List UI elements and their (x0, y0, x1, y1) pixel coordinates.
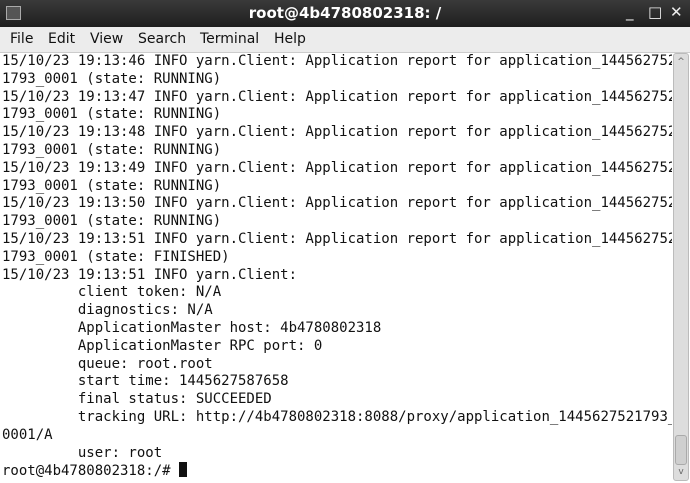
title-bar: root@4b4780802318: / _ □ ✕ (0, 0, 690, 27)
terminal-line: 15/10/23 19:13:46 INFO yarn.Client: Appl… (2, 53, 672, 69)
terminal-line: start time: 1445627587658 (2, 373, 289, 390)
terminal-line: 15/10/23 19:13:51 INFO yarn.Client: (2, 266, 298, 283)
terminal-line: diagnostics: N/A (2, 302, 213, 319)
terminal-line: ApplicationMaster host: 4b4780802318 (2, 319, 382, 336)
terminal-line: 1793_0001 (state: RUNNING) (2, 141, 222, 158)
terminal-line: 1793_0001 (state: FINISHED) (2, 248, 230, 265)
terminal-line: 15/10/23 19:13:50 INFO yarn.Client: Appl… (2, 195, 672, 212)
shell-prompt: root@4b4780802318:/# (2, 463, 180, 480)
vertical-scrollbar[interactable]: ^ v (673, 53, 689, 481)
terminal-line: user: root (2, 444, 163, 461)
scrollbar-thumb[interactable] (675, 435, 687, 465)
terminal-line: 1793_0001 (state: RUNNING) (2, 70, 222, 87)
menu-search[interactable]: Search (138, 31, 186, 47)
prompt-line[interactable]: root@4b4780802318:/# (2, 462, 672, 480)
terminal-line: 1793_0001 (state: RUNNING) (2, 213, 222, 230)
terminal-line: 15/10/23 19:13:48 INFO yarn.Client: Appl… (2, 124, 672, 141)
terminal-line: 0001/A (2, 426, 53, 443)
scroll-up-arrow-icon[interactable]: ^ (674, 55, 688, 69)
menu-terminal[interactable]: Terminal (200, 31, 259, 47)
window-title: root@4b4780802318: / (248, 4, 442, 22)
scroll-down-arrow-icon[interactable]: v (674, 465, 688, 479)
terminal-line: 15/10/23 19:13:51 INFO yarn.Client: Appl… (2, 230, 672, 247)
terminal-output[interactable]: 15/10/23 19:13:46 INFO yarn.Client: Appl… (2, 53, 672, 483)
menu-bar: File Edit View Search Terminal Help (0, 27, 690, 53)
menu-help[interactable]: Help (274, 31, 306, 47)
terminal-line: 15/10/23 19:13:47 INFO yarn.Client: Appl… (2, 88, 672, 105)
minimize-button[interactable]: _ (626, 3, 634, 21)
terminal-line: ApplicationMaster RPC port: 0 (2, 337, 323, 354)
menu-file[interactable]: File (10, 31, 33, 47)
terminal-line: tracking URL: http://4b4780802318:8088/p… (2, 408, 672, 425)
terminal-line: client token: N/A (2, 284, 222, 301)
terminal-line: queue: root.root (2, 355, 213, 372)
cursor (179, 462, 188, 478)
terminal-line: final status: SUCCEEDED (2, 391, 272, 408)
terminal-line: 15/10/23 19:13:49 INFO yarn.Client: Appl… (2, 159, 672, 176)
menu-edit[interactable]: Edit (48, 31, 75, 47)
close-button[interactable]: ✕ (670, 3, 683, 21)
terminal-line: 1793_0001 (state: RUNNING) (2, 106, 222, 123)
terminal-line: 1793_0001 (state: RUNNING) (2, 177, 222, 194)
menu-view[interactable]: View (90, 31, 123, 47)
maximize-button[interactable]: □ (648, 3, 662, 21)
